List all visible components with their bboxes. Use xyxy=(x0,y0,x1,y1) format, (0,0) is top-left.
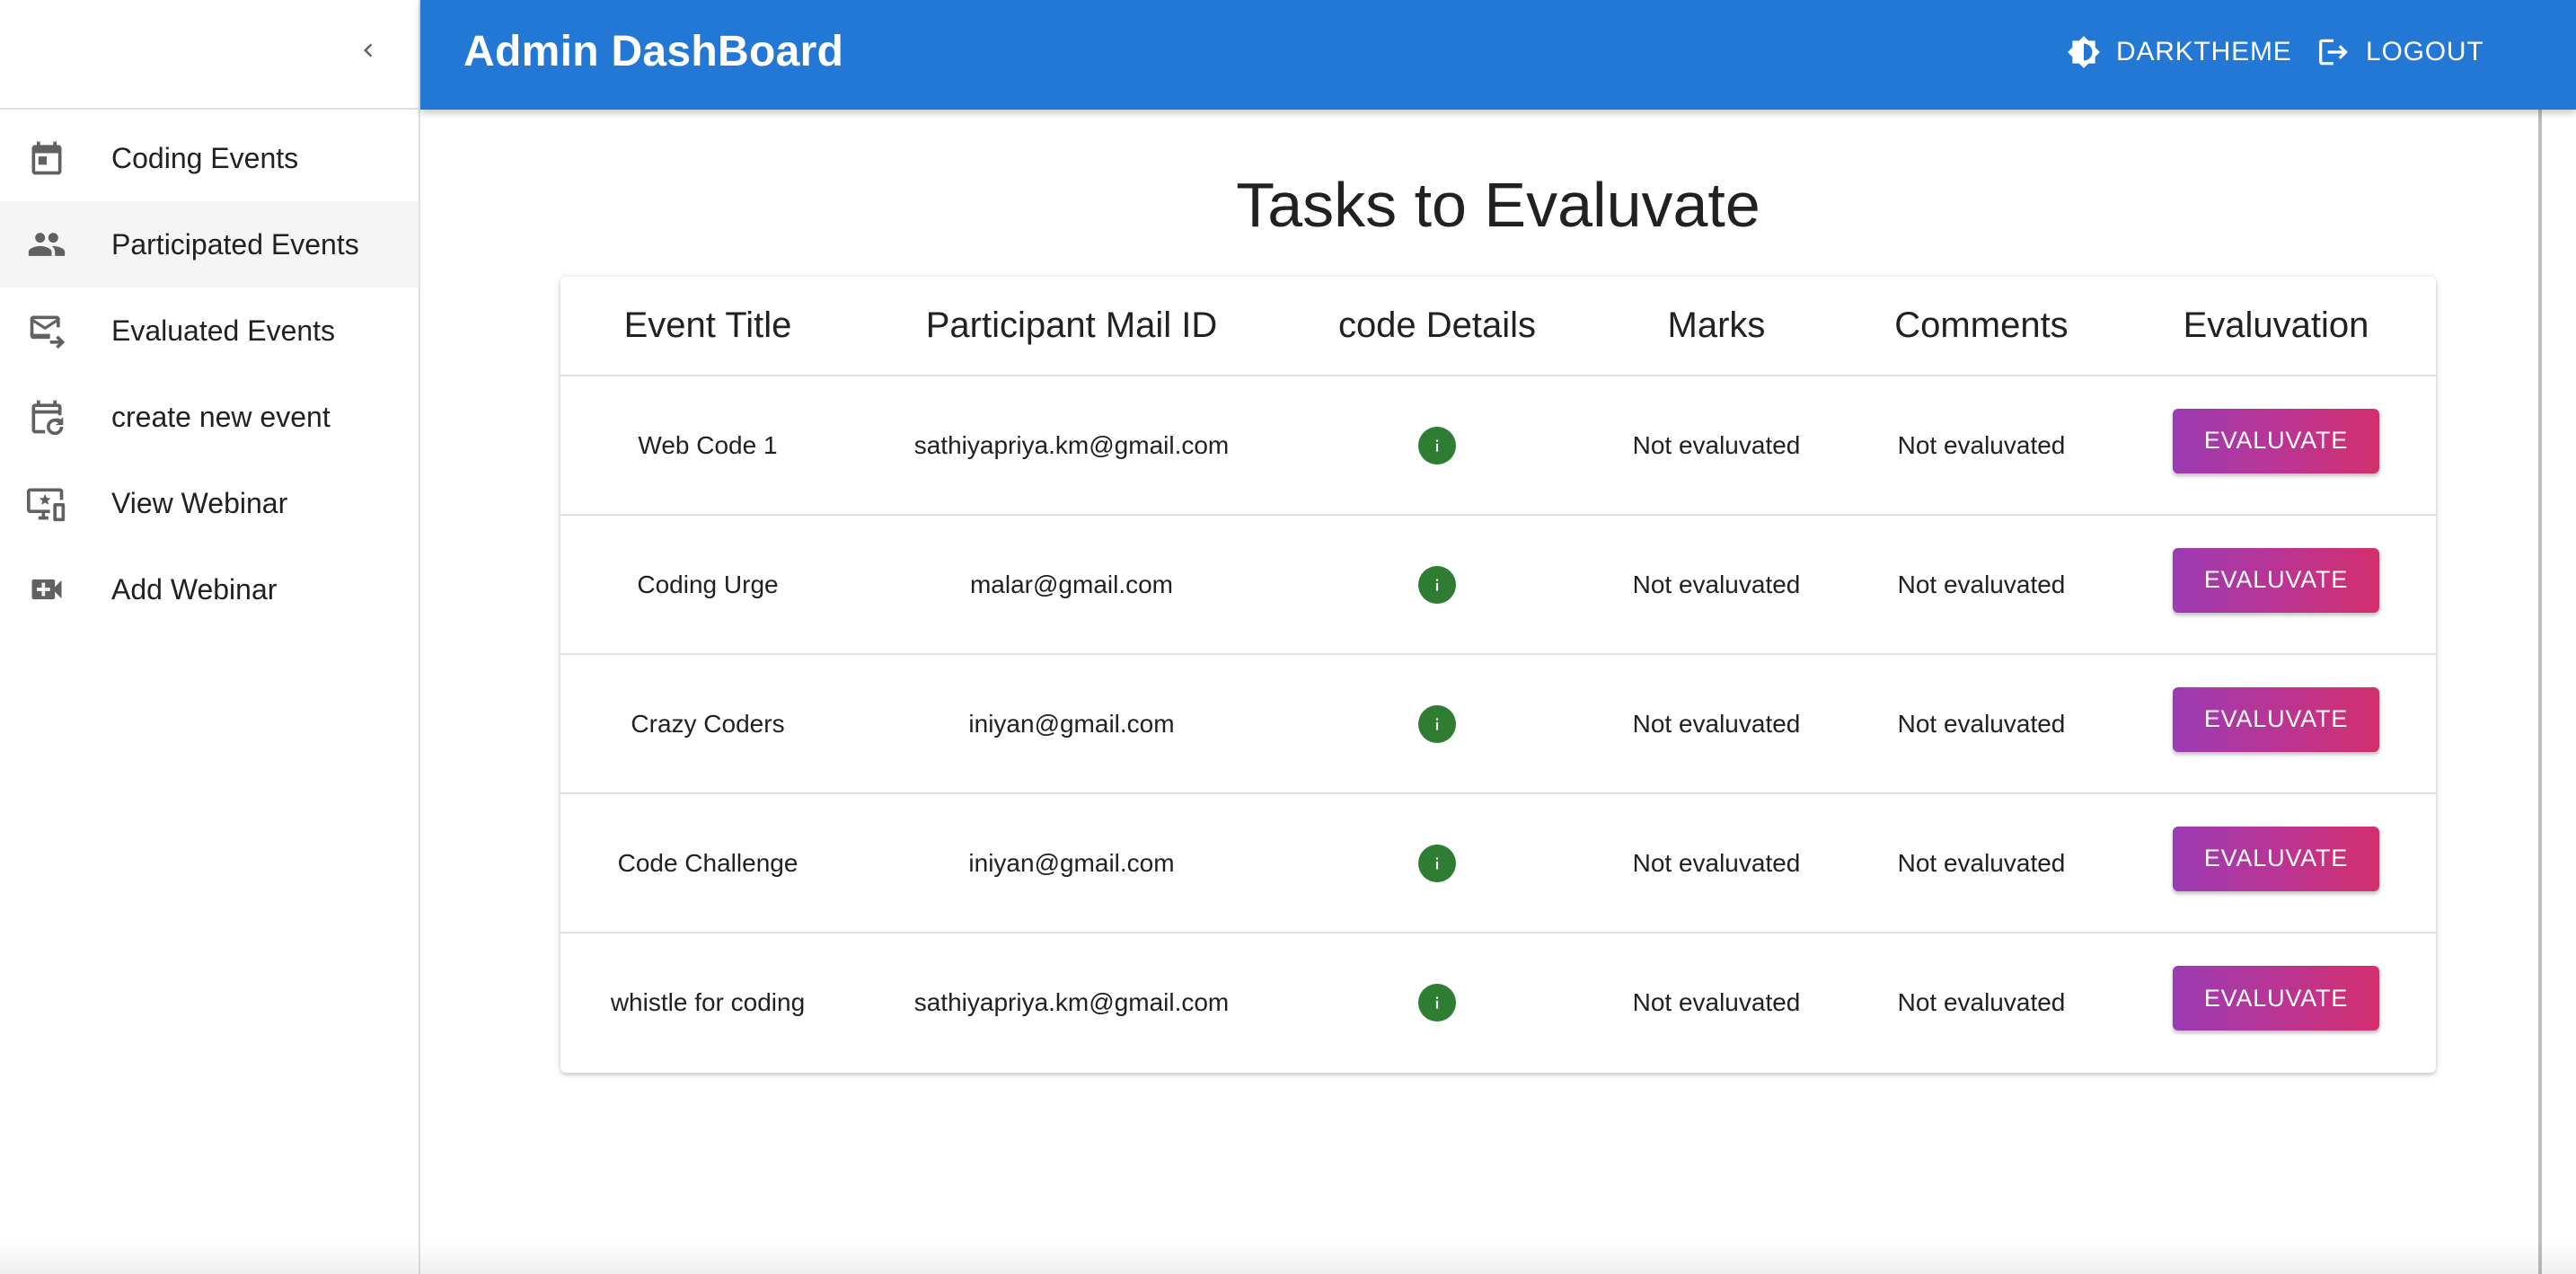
comments-cell: Not evaluvated xyxy=(1847,515,2116,655)
page-title: Tasks to Evaluvate xyxy=(1236,170,1760,240)
event-title-cell: Coding Urge xyxy=(560,515,855,655)
marks-cell: Not evaluvated xyxy=(1586,515,1847,655)
table-row: Code Challenge iniyan@gmail.com Not eval… xyxy=(560,793,2436,933)
sidebar-item-view-webinar[interactable]: View Webinar xyxy=(0,460,419,546)
column-header-code-details: code Details xyxy=(1288,277,1586,376)
code-details-cell xyxy=(1288,933,1586,1072)
info-icon[interactable] xyxy=(1418,426,1456,464)
column-header-event-title: Event Title xyxy=(560,277,855,376)
app-title: Admin DashBoard xyxy=(463,28,844,75)
calendar-icon xyxy=(25,137,68,180)
evaluvate-button[interactable]: EVALUVATE xyxy=(2173,408,2379,473)
evaluation-cell: EVALUVATE xyxy=(2116,515,2436,655)
people-icon xyxy=(25,223,68,266)
chevron-left-icon[interactable] xyxy=(347,29,390,72)
column-header-evaluvation: Evaluvation xyxy=(2116,277,2436,376)
logout-label: LOGOUT xyxy=(2366,37,2484,66)
event-title-cell: Crazy Coders xyxy=(560,654,855,794)
marks-cell: Not evaluvated xyxy=(1586,376,1847,516)
comments-cell: Not evaluvated xyxy=(1847,376,2116,516)
sidebar: Coding Events Participated Events Evalua… xyxy=(0,0,420,1274)
sidebar-item-coding-events[interactable]: Coding Events xyxy=(0,115,419,201)
monitor-star-icon xyxy=(25,482,68,525)
tasks-table-card: Event Title Participant Mail ID code Det… xyxy=(560,277,2436,1073)
info-icon[interactable] xyxy=(1418,984,1456,1022)
logout-button[interactable]: LOGOUT xyxy=(2316,29,2483,75)
evaluation-cell: EVALUVATE xyxy=(2116,933,2436,1072)
evaluvate-button[interactable]: EVALUVATE xyxy=(2173,826,2379,891)
sidebar-item-evaluated-events[interactable]: Evaluated Events xyxy=(0,288,419,374)
tasks-table: Event Title Participant Mail ID code Det… xyxy=(560,277,2436,1072)
evaluvate-button[interactable]: EVALUVATE xyxy=(2173,686,2379,752)
mail-cell: iniyan@gmail.com xyxy=(855,654,1288,794)
code-details-cell xyxy=(1288,376,1586,516)
code-details-cell xyxy=(1288,793,1586,933)
code-details-cell xyxy=(1288,654,1586,794)
table-row: whistle for coding sathiyapriya.km@gmail… xyxy=(560,933,2436,1072)
table-header-row: Event Title Participant Mail ID code Det… xyxy=(560,277,2436,376)
column-header-marks: Marks xyxy=(1586,277,1847,376)
app-bar: Admin DashBoard DARKTHEME LOGOUT xyxy=(420,0,2576,110)
comments-cell: Not evaluvated xyxy=(1847,654,2116,794)
evaluation-cell: EVALUVATE xyxy=(2116,654,2436,794)
sidebar-nav: Coding Events Participated Events Evalua… xyxy=(0,110,419,633)
table-row: Crazy Coders iniyan@gmail.com Not evaluv… xyxy=(560,654,2436,794)
evaluvate-button[interactable]: EVALUVATE xyxy=(2173,966,2379,1031)
comments-cell: Not evaluvated xyxy=(1897,988,2066,1016)
evaluvate-button[interactable]: EVALUVATE xyxy=(2173,547,2379,613)
mail-cell: sathiyapriya.km@gmail.com xyxy=(855,376,1288,516)
column-header-mail-id: Participant Mail ID xyxy=(855,277,1288,376)
brightness-icon xyxy=(2066,34,2102,70)
logout-icon xyxy=(2316,34,2351,70)
sidebar-item-label: Add Webinar xyxy=(111,572,278,606)
event-title-cell: Code Challenge xyxy=(560,793,855,933)
sidebar-item-participated-events[interactable]: Participated Events xyxy=(0,201,419,288)
info-icon[interactable] xyxy=(1418,844,1456,882)
dark-theme-button[interactable]: DARKTHEME xyxy=(2066,29,2292,75)
calendar-refresh-icon xyxy=(25,395,68,438)
sidebar-item-add-webinar[interactable]: Add Webinar xyxy=(0,546,419,633)
event-title-cell: whistle for coding xyxy=(610,988,806,1016)
table-row: Web Code 1 sathiyapriya.km@gmail.com Not… xyxy=(560,376,2436,516)
marks-cell: Not evaluvated xyxy=(1632,988,1801,1016)
mail-cell: sathiyapriya.km@gmail.com xyxy=(913,988,1230,1016)
table-row: Coding Urge malar@gmail.com Not evaluvat… xyxy=(560,515,2436,655)
marks-cell: Not evaluvated xyxy=(1586,654,1847,794)
video-add-icon xyxy=(25,568,68,611)
page-edge-divider xyxy=(2538,110,2542,1274)
info-icon[interactable] xyxy=(1418,565,1456,604)
sidebar-item-label: Participated Events xyxy=(111,227,359,261)
dark-theme-label: DARKTHEME xyxy=(2116,37,2292,66)
evaluation-cell: EVALUVATE xyxy=(2116,376,2436,516)
comments-cell: Not evaluvated xyxy=(1847,793,2116,933)
sidebar-item-label: create new event xyxy=(111,400,331,433)
info-icon[interactable] xyxy=(1418,704,1456,743)
mail-cell: iniyan@gmail.com xyxy=(855,793,1288,933)
sidebar-item-label: Evaluated Events xyxy=(111,314,336,347)
code-details-cell xyxy=(1288,515,1586,655)
sidebar-item-create-new-event[interactable]: create new event xyxy=(0,374,419,460)
sidebar-header xyxy=(0,0,419,110)
main-content: Tasks to Evaluvate Event Title Participa… xyxy=(420,110,2540,1274)
mail-forward-icon xyxy=(25,309,68,352)
sidebar-item-label: Coding Events xyxy=(111,141,299,174)
column-header-comments: Comments xyxy=(1847,277,2116,376)
mail-cell: malar@gmail.com xyxy=(855,515,1288,655)
marks-cell: Not evaluvated xyxy=(1586,793,1847,933)
event-title-cell: Web Code 1 xyxy=(560,376,855,516)
evaluation-cell: EVALUVATE xyxy=(2116,793,2436,933)
sidebar-item-label: View Webinar xyxy=(111,486,288,519)
